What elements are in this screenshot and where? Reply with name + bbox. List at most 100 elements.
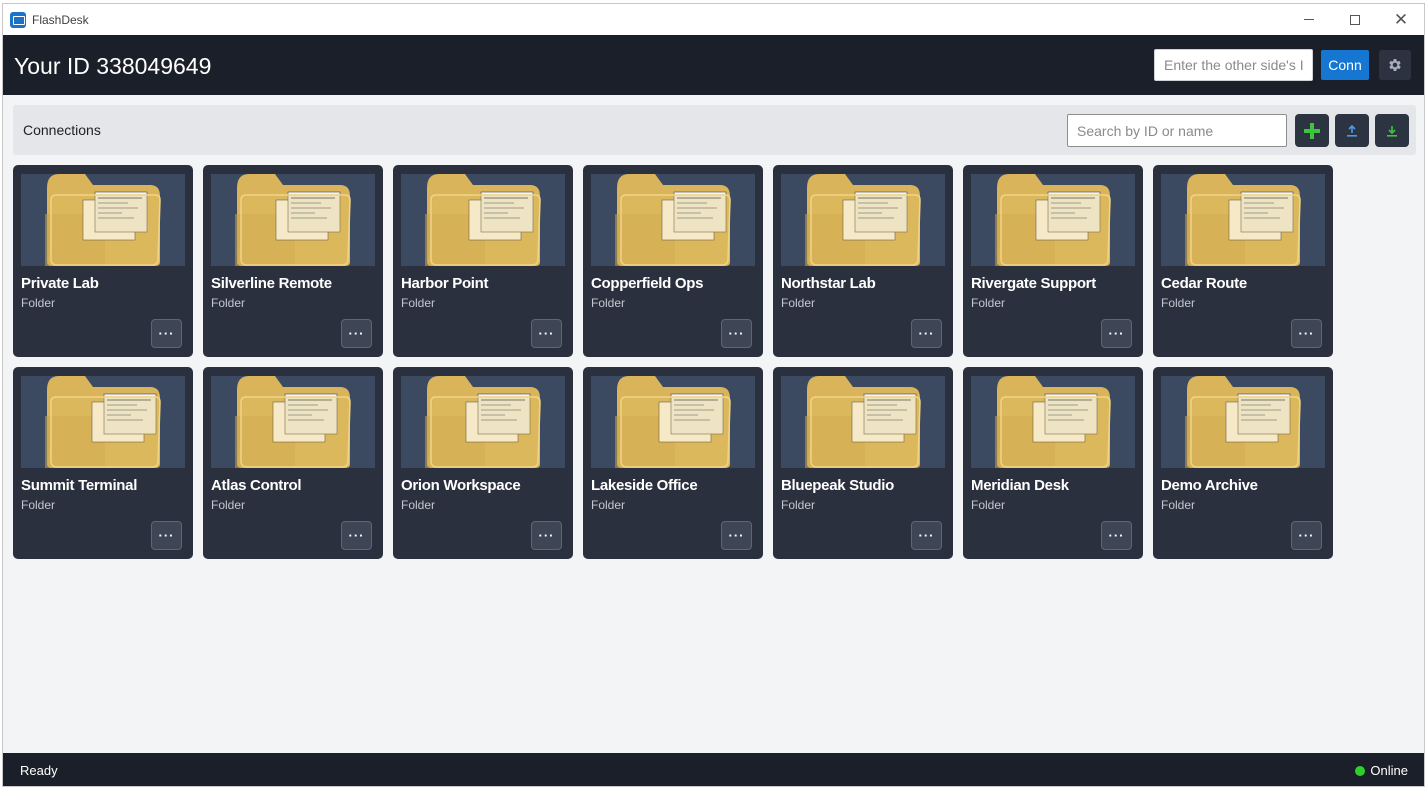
window-title: FlashDesk [32,12,89,27]
export-icon [1387,125,1397,137]
connection-card[interactable]: Lakeside Office Folder ··· [583,367,763,559]
status-text: Ready [20,763,58,778]
connection-card[interactable]: Meridian Desk Folder ··· [963,367,1143,559]
card-type: Folder [211,498,246,512]
card-thumbnail[interactable] [781,376,945,468]
more-icon: ··· [538,528,555,543]
card-thumbnail[interactable] [781,174,945,266]
card-thumbnail[interactable] [591,376,755,468]
more-button[interactable]: ··· [531,319,562,348]
export-button[interactable] [1375,114,1409,147]
online-dot-icon [1355,765,1366,776]
more-icon: ··· [158,326,175,341]
minimize-button[interactable] [1286,4,1332,35]
card-type: Folder [211,296,246,310]
more-button[interactable]: ··· [1101,319,1132,348]
connection-card[interactable]: Orion Workspace Folder ··· [393,367,573,559]
more-button[interactable]: ··· [341,319,372,348]
card-thumbnail[interactable] [971,174,1135,266]
connection-card[interactable]: Cedar Route Folder ··· [1153,165,1333,357]
more-button[interactable]: ··· [721,521,752,550]
folder-icon [615,376,731,468]
more-icon: ··· [348,528,365,543]
header: Your ID 338049649 Conn [3,35,1424,95]
card-thumbnail[interactable] [591,174,755,266]
card-type: Folder [1161,296,1196,310]
more-button[interactable]: ··· [1291,521,1322,550]
more-button[interactable]: ··· [531,521,562,550]
card-name: Copperfield Ops [591,275,704,292]
more-icon: ··· [918,326,935,341]
card-type: Folder [21,498,56,512]
card-name: Meridian Desk [971,477,1069,494]
card-type: Folder [21,296,56,310]
connection-card[interactable]: Copperfield Ops Folder ··· [583,165,763,357]
connection-card[interactable]: Demo Archive Folder ··· [1153,367,1333,559]
card-thumbnail[interactable] [1161,174,1325,266]
folder-icon [235,174,351,266]
more-icon: ··· [918,528,935,543]
card-thumbnail[interactable] [971,376,1135,468]
settings-button[interactable] [1379,50,1411,80]
folder-icon [995,376,1111,468]
maximize-icon [1350,14,1360,25]
online-indicator: Online [1355,763,1408,778]
status-bar: Ready Online [3,753,1424,786]
connection-card[interactable]: Harbor Point Folder ··· [393,165,573,357]
more-icon: ··· [1298,528,1315,543]
connection-card[interactable]: Bluepeak Studio Folder ··· [773,367,953,559]
more-button[interactable]: ··· [721,319,752,348]
card-name: Atlas Control [211,477,302,494]
connect-button[interactable]: Conn [1321,50,1369,80]
add-connection-button[interactable] [1295,114,1329,147]
more-button[interactable]: ··· [341,521,372,550]
close-button[interactable]: ✕ [1378,4,1424,35]
card-type: Folder [401,296,436,310]
folder-icon [1185,376,1301,468]
app-window: FlashDesk ✕ Your ID 338049649 Conn Conne… [2,3,1425,787]
maximize-button[interactable] [1332,4,1378,35]
app-icon [10,11,26,28]
more-button[interactable]: ··· [1101,521,1132,550]
more-button[interactable]: ··· [151,319,182,348]
folder-icon [1185,174,1301,266]
card-thumbnail[interactable] [1161,376,1325,468]
import-button[interactable] [1335,114,1369,147]
more-icon: ··· [728,326,745,341]
connection-card[interactable]: Silverline Remote Folder ··· [203,165,383,357]
card-thumbnail[interactable] [401,174,565,266]
card-type: Folder [781,296,816,310]
card-thumbnail[interactable] [21,376,185,468]
folder-icon [805,376,921,468]
connection-card[interactable]: Rivergate Support Folder ··· [963,165,1143,357]
peer-id-input[interactable] [1154,49,1313,81]
card-name: Cedar Route [1161,275,1247,292]
connection-card[interactable]: Private Lab Folder ··· [13,165,193,357]
connection-card[interactable]: Northstar Lab Folder ··· [773,165,953,357]
more-button[interactable]: ··· [911,521,942,550]
connection-grid: Private Lab Folder ··· Silverline Remote Fol… [13,165,1343,559]
online-label: Online [1370,763,1408,778]
more-icon: ··· [728,528,745,543]
card-thumbnail[interactable] [211,174,375,266]
card-type: Folder [971,498,1006,512]
title-bar[interactable]: FlashDesk ✕ [3,4,1424,35]
connection-card[interactable]: Atlas Control Folder ··· [203,367,383,559]
more-icon: ··· [538,326,555,341]
window-controls: ✕ [1286,4,1424,35]
more-icon: ··· [348,326,365,341]
more-button[interactable]: ··· [911,319,942,348]
connection-card[interactable]: Summit Terminal Folder ··· [13,367,193,559]
card-thumbnail[interactable] [401,376,565,468]
search-input[interactable] [1067,114,1287,147]
card-type: Folder [971,296,1006,310]
folder-icon [805,174,921,266]
more-icon: ··· [158,528,175,543]
folder-icon [45,174,161,266]
more-button[interactable]: ··· [151,521,182,550]
card-thumbnail[interactable] [21,174,185,266]
more-button[interactable]: ··· [1291,319,1322,348]
card-type: Folder [401,498,436,512]
card-type: Folder [781,498,816,512]
card-thumbnail[interactable] [211,376,375,468]
